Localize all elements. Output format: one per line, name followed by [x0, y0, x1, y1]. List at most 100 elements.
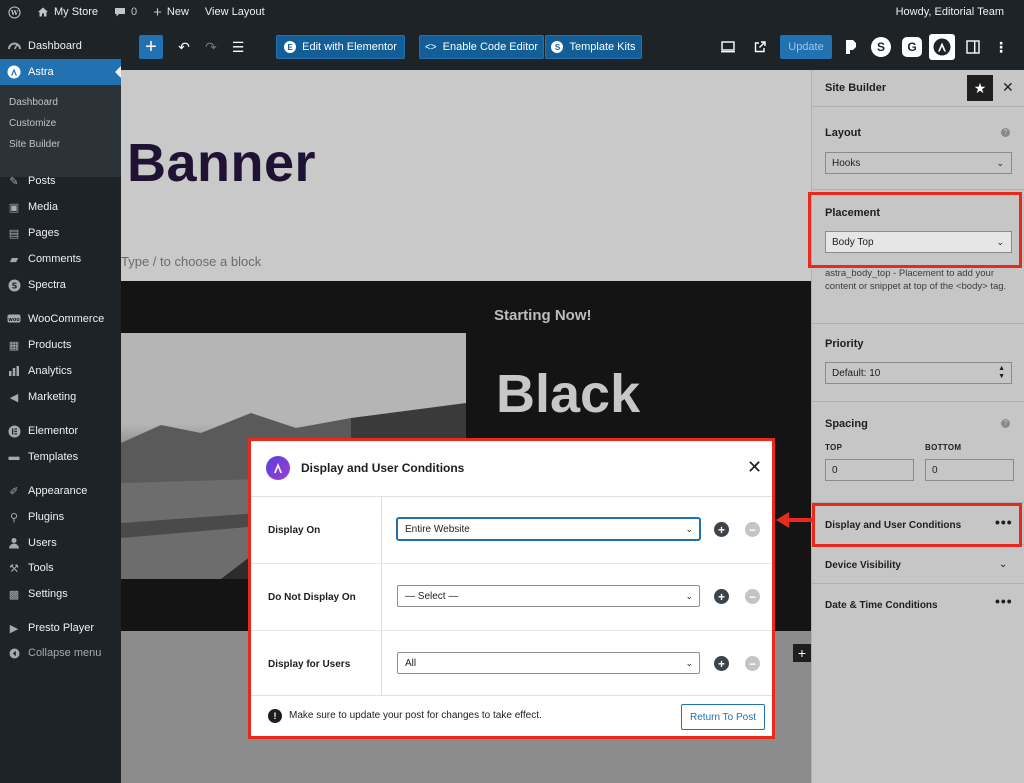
- edit-with-elementor-button[interactable]: E Edit with Elementor: [276, 35, 405, 59]
- layout-select-value: Hooks: [832, 157, 861, 169]
- add-exclusion-button[interactable]: +: [714, 589, 729, 604]
- divider: [812, 401, 1024, 402]
- sidebar-item-presto-player[interactable]: ▶ Presto Player: [0, 615, 121, 641]
- sidebar-item-appearance[interactable]: ✐ Appearance: [0, 478, 121, 504]
- submenu-item-dashboard[interactable]: Dashboard: [9, 97, 58, 108]
- sidebar-item-users[interactable]: Users: [0, 530, 121, 556]
- sidebar-item-elementor[interactable]: Elementor: [0, 418, 121, 444]
- add-user-rule-button[interactable]: +: [714, 656, 729, 671]
- priority-value: Default: 10: [832, 367, 881, 379]
- collapse-menu-button[interactable]: Collapse menu: [0, 640, 121, 666]
- device-visibility-row[interactable]: Device Visibility: [825, 560, 901, 571]
- sidebar-item-label: Pages: [28, 227, 60, 239]
- sidebar-item-posts[interactable]: ✎ Posts: [0, 168, 121, 194]
- date-time-conditions-row[interactable]: Date & Time Conditions: [825, 600, 938, 611]
- sidebar-item-plugins[interactable]: ⚲ Plugins: [0, 504, 121, 530]
- sidebar-item-analytics[interactable]: Analytics: [0, 358, 121, 384]
- wordpress-logo-button[interactable]: W: [0, 0, 29, 24]
- new-content-link[interactable]: + New: [145, 0, 197, 24]
- plugin-p-button[interactable]: [839, 35, 863, 59]
- help-icon[interactable]: ?: [1001, 419, 1010, 428]
- add-block-button[interactable]: +: [793, 644, 811, 662]
- admin-sidebar: Dashboard Astra Dashboard Customize Site…: [0, 24, 122, 783]
- site-name-link[interactable]: My Store: [29, 0, 106, 24]
- wrench-icon: ⚒: [9, 562, 19, 575]
- display-on-select[interactable]: Entire Website ⌄: [397, 518, 700, 540]
- view-post-button[interactable]: [748, 35, 772, 59]
- spacing-bottom-value: 0: [932, 464, 938, 476]
- sidebar-item-woocommerce[interactable]: woo WooCommerce: [0, 306, 121, 332]
- block-inserter-button[interactable]: +: [139, 35, 163, 59]
- remove-condition-button[interactable]: −: [745, 522, 760, 537]
- modal-footer: ! Make sure to update your post for chan…: [251, 695, 772, 736]
- comments-count: 0: [131, 6, 138, 18]
- g-logo-icon: G: [902, 37, 922, 57]
- view-layout-link[interactable]: View Layout: [197, 0, 273, 24]
- sidebar-item-label: Appearance: [28, 485, 88, 497]
- template-kits-button[interactable]: S Template Kits: [545, 35, 642, 59]
- comments-link[interactable]: 0: [106, 0, 145, 24]
- megaphone-icon: ◀: [9, 391, 19, 404]
- do-not-display-on-select[interactable]: — Select — ⌄: [397, 585, 700, 607]
- template-kits-icon: S: [551, 41, 564, 53]
- layout-label: Layout: [825, 127, 862, 139]
- sidebar-item-settings[interactable]: ▩ Settings: [0, 581, 121, 607]
- sidebar-item-astra[interactable]: Astra: [0, 59, 122, 85]
- help-icon[interactable]: ?: [1001, 128, 1010, 137]
- spectra-toolbar-button[interactable]: S: [869, 35, 893, 59]
- undo-button[interactable]: ↶: [172, 35, 196, 59]
- sidebar-item-spectra[interactable]: S Spectra: [0, 272, 121, 298]
- sidebar-item-templates[interactable]: ▬ Templates: [0, 444, 121, 470]
- new-label: New: [166, 6, 189, 18]
- options-menu-button[interactable]: ⋮: [989, 35, 1013, 59]
- add-condition-button[interactable]: +: [714, 522, 729, 537]
- chevron-down-icon: ⌄: [685, 524, 693, 534]
- remove-exclusion-button[interactable]: −: [745, 589, 760, 604]
- more-options-icon[interactable]: •••: [995, 593, 1013, 609]
- chevron-down-icon[interactable]: ⌄: [999, 559, 1007, 570]
- plugin-g-button[interactable]: G: [900, 35, 924, 59]
- priority-input[interactable]: Default: 10 ▲ ▼: [825, 362, 1012, 384]
- update-button[interactable]: Update: [780, 35, 832, 59]
- spacing-bottom-input[interactable]: 0: [925, 459, 1014, 481]
- view-layout-label: View Layout: [204, 6, 265, 18]
- sidebar-item-products[interactable]: ▦ Products: [0, 332, 121, 358]
- redo-button[interactable]: ↷: [199, 35, 223, 59]
- document-overview-button[interactable]: ☰: [226, 35, 250, 59]
- submenu-item-customize[interactable]: Customize: [9, 118, 56, 129]
- astra-settings-button[interactable]: [929, 34, 955, 60]
- sidebar-item-dashboard[interactable]: Dashboard: [0, 33, 121, 59]
- divider: [812, 189, 1024, 190]
- modal-header: Display and User Conditions ✕: [251, 441, 772, 497]
- info-icon: !: [268, 709, 282, 723]
- svg-text:woo: woo: [8, 317, 20, 323]
- spacing-top-input[interactable]: 0: [825, 459, 914, 481]
- svg-text:S: S: [11, 281, 17, 290]
- enable-code-editor-button[interactable]: <> Enable Code Editor: [419, 35, 544, 59]
- close-panel-button[interactable]: ✕: [1002, 79, 1014, 96]
- page-title[interactable]: Banner: [127, 132, 316, 194]
- priority-label: Priority: [825, 338, 864, 350]
- submenu-item-site-builder[interactable]: Site Builder: [9, 139, 60, 150]
- return-to-post-button[interactable]: Return To Post: [681, 704, 765, 730]
- display-for-users-select[interactable]: All ⌄: [397, 652, 700, 674]
- sidebar-item-tools[interactable]: ⚒ Tools: [0, 555, 121, 581]
- settings-sidebar-toggle[interactable]: [961, 35, 985, 59]
- preview-device-button[interactable]: [716, 35, 740, 59]
- sidebar-item-media[interactable]: ▣ Media: [0, 194, 121, 220]
- remove-user-rule-button[interactable]: −: [745, 656, 760, 671]
- sidebar-panel-icon: [966, 40, 980, 54]
- banner-heading[interactable]: Black: [496, 363, 640, 425]
- block-placeholder[interactable]: Type / to choose a block: [121, 254, 261, 269]
- sidebar-item-marketing[interactable]: ◀ Marketing: [0, 384, 121, 410]
- plug-icon: ⚲: [9, 511, 19, 524]
- star-button[interactable]: ★: [967, 75, 993, 101]
- modal-close-button[interactable]: ✕: [747, 457, 762, 478]
- undo-icon: ↶: [178, 38, 190, 55]
- layout-select[interactable]: Hooks ⌄: [825, 152, 1012, 174]
- sidebar-item-pages[interactable]: ▤ Pages: [0, 220, 121, 246]
- account-menu[interactable]: Howdy, Editorial Team: [888, 0, 1024, 24]
- woocommerce-icon: woo: [7, 312, 21, 326]
- banner-subtitle[interactable]: Starting Now!: [494, 307, 592, 324]
- sidebar-item-comments[interactable]: ▰ Comments: [0, 246, 121, 272]
